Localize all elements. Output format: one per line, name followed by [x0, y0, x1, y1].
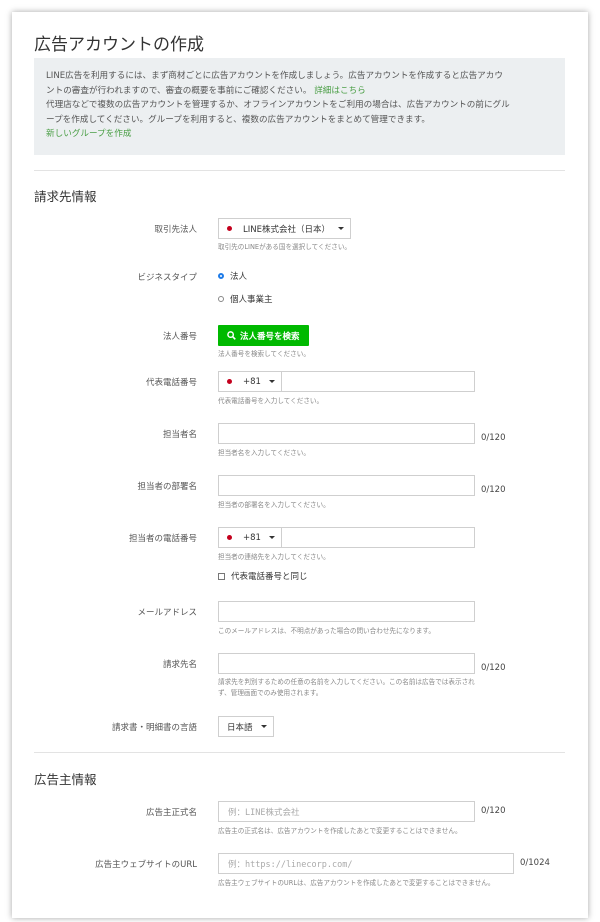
japan-flag-icon — [227, 379, 232, 384]
email-help: このメールアドレスは、不明点があった場合の問い合わせ先になります。 — [218, 627, 435, 635]
chevron-down-icon — [337, 227, 344, 230]
contact-name-label: 担当者名 — [162, 430, 197, 440]
radio-corporation[interactable]: 法人 — [218, 270, 247, 282]
contact-phone-input[interactable] — [282, 527, 475, 548]
contact-dept-label: 担当者の部署名 — [137, 482, 197, 492]
country-code-value: +81 — [243, 376, 261, 387]
contact-phone-help: 担当者の連絡先を入力してください。 — [218, 553, 330, 561]
country-code-value: +81 — [243, 532, 261, 543]
biz-type-label: ビジネスタイプ — [137, 273, 197, 283]
corp-number-label: 法人番号 — [162, 332, 197, 342]
corp-number-help: 法人番号を検索してください。 — [218, 350, 310, 358]
corp-label: 取引先法人 — [154, 225, 197, 235]
advertiser-name-help: 広告主の正式名は、広告アカウントを作成したあとで変更することはできません。 — [218, 827, 462, 835]
radio-unselected-icon — [218, 296, 224, 302]
review-details-link[interactable]: 詳細はこちら — [314, 86, 366, 96]
chevron-down-icon — [268, 536, 275, 539]
japan-flag-icon — [227, 535, 232, 540]
rep-phone-help: 代表電話番号を入力してください。 — [218, 397, 324, 405]
invoice-lang-dropdown[interactable]: 日本語 — [218, 716, 274, 737]
radio-selected-icon — [218, 273, 224, 279]
page-title: 広告アカウントの作成 — [34, 35, 204, 55]
country-code-dropdown[interactable]: +81 — [218, 527, 282, 548]
checkbox-label: 代表電話番号と同じ — [231, 572, 308, 582]
advertiser-name-input[interactable]: 例：LINE株式会社 — [218, 801, 475, 822]
contact-name-counter: 0/120 — [481, 433, 506, 443]
corp-value: LINE株式会社（日本） — [243, 224, 330, 235]
email-input[interactable] — [218, 601, 475, 622]
notice-line: ントの審査が行われますので、審査の概要を事前にご確認ください。 詳細はこちら — [46, 85, 366, 96]
billing-name-label: 請求先名 — [162, 660, 197, 670]
billing-name-input[interactable] — [218, 653, 475, 674]
same-as-rep-checkbox[interactable]: 代表電話番号と同じ — [218, 570, 308, 582]
billing-name-counter: 0/120 — [481, 663, 506, 673]
corp-dropdown[interactable]: LINE株式会社（日本） — [218, 218, 351, 239]
japan-flag-icon — [227, 226, 232, 231]
country-code-dropdown[interactable]: +81 — [218, 371, 282, 392]
info-notice: LINE広告を利用するには、まず商材ごとに広告アカウントを作成しましょう。広告ア… — [34, 58, 565, 155]
notice-line: 代理店などで複数の広告アカウントを管理するか、オフラインアカウントをご利用の場合… — [46, 100, 510, 111]
divider — [34, 170, 565, 171]
divider — [34, 752, 565, 753]
contact-dept-counter: 0/120 — [481, 485, 506, 495]
corp-number-search-button[interactable]: 法人番号を検索 — [218, 325, 309, 346]
advertiser-name-counter: 0/120 — [481, 806, 506, 816]
chevron-down-icon — [260, 725, 267, 728]
advertiser-name-label: 広告主正式名 — [145, 808, 197, 818]
invoice-lang-label: 請求書・明細書の言語 — [111, 723, 197, 733]
advertiser-url-label: 広告主ウェブサイトのURL — [95, 860, 197, 870]
contact-name-help: 担当者名を入力してください。 — [218, 449, 310, 457]
notice-line: LINE広告を利用するには、まず商材ごとに広告アカウントを作成しましょう。広告ア… — [46, 71, 503, 81]
billing-name-help: 請求先を判別するための任意の名前を入力してください。この名前は広告では表示され — [218, 678, 475, 686]
rep-phone-input[interactable] — [282, 371, 475, 392]
advertiser-url-input[interactable]: 例：https://linecorp.com/ — [218, 853, 514, 874]
rep-phone-field: +81 — [218, 371, 475, 392]
advertiser-url-counter: 0/1024 — [520, 858, 550, 868]
create-ad-account-panel: 広告アカウントの作成 LINE広告を利用するには、まず商材ごとに広告アカウントを… — [12, 12, 588, 918]
contact-dept-input[interactable] — [218, 475, 475, 496]
advertiser-url-help: 広告主ウェブサイトのURLは、広告アカウントを作成したあとで変更することはできま… — [218, 879, 495, 887]
notice-line: ープを作成してください。グループを利用すると、複数の広告アカウントをまとめて管理… — [46, 114, 430, 125]
search-button-label: 法人番号を検索 — [240, 331, 300, 342]
radio-sole-proprietor[interactable]: 個人事業主 — [218, 293, 273, 305]
billing-section-heading: 請求先情報 — [34, 189, 97, 204]
contact-dept-help: 担当者の部署名を入力してください。 — [218, 501, 330, 509]
invoice-lang-value: 日本語 — [227, 722, 253, 733]
search-icon — [227, 331, 236, 340]
contact-phone-field: +81 — [218, 527, 475, 548]
contact-phone-label: 担当者の電話番号 — [128, 534, 197, 544]
contact-name-input[interactable] — [218, 423, 475, 444]
create-group-link[interactable]: 新しいグループを作成 — [46, 127, 553, 142]
checkbox-icon — [218, 572, 225, 580]
email-label: メールアドレス — [137, 608, 197, 618]
corp-help: 取引先のLINEがある国を選択してください。 — [218, 243, 352, 251]
radio-label: 個人事業主 — [230, 295, 273, 305]
advertiser-section-heading: 広告主情報 — [34, 772, 97, 787]
radio-label: 法人 — [230, 272, 248, 282]
chevron-down-icon — [268, 380, 275, 383]
billing-name-help: ず、管理画面でのみ使用されます。 — [218, 689, 323, 697]
rep-phone-label: 代表電話番号 — [145, 378, 197, 388]
